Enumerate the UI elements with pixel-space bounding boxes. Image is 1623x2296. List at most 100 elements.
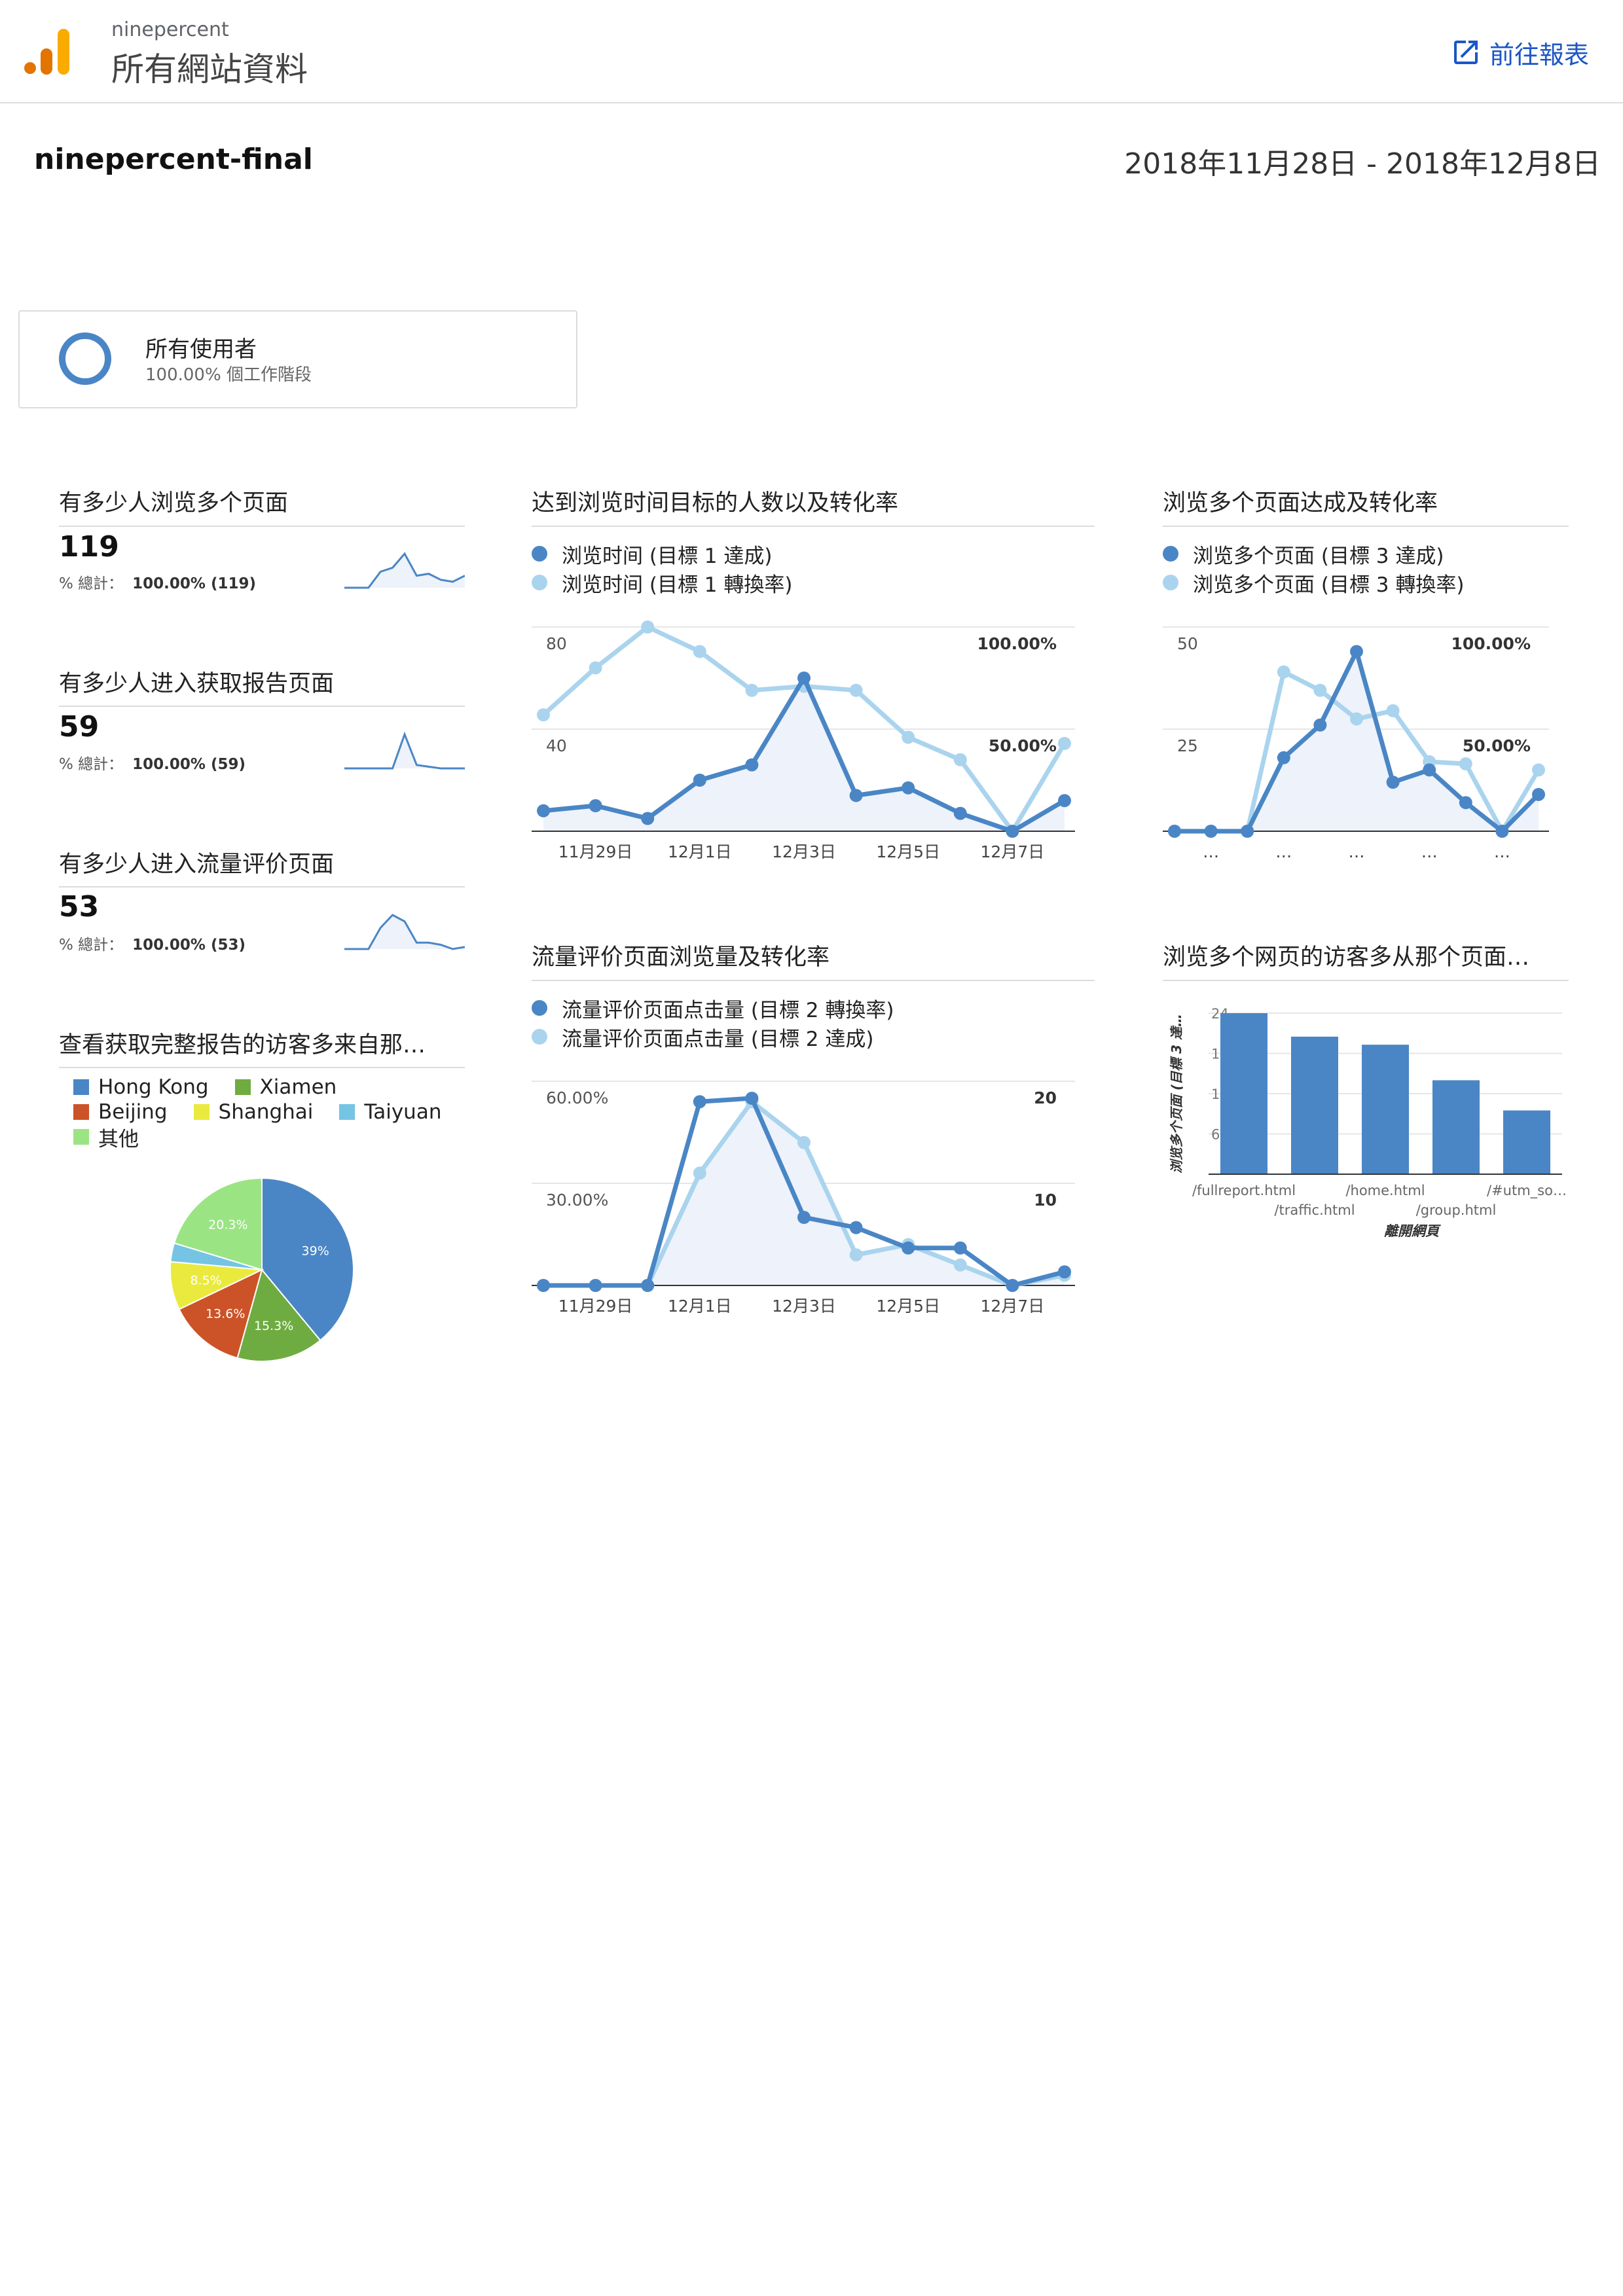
metric-title: 有多少人浏览多个页面 bbox=[59, 490, 289, 516]
legend-label: Taiyuan bbox=[364, 1100, 442, 1124]
pie-slice-label: 39% bbox=[302, 1244, 329, 1259]
sparkline-area bbox=[344, 734, 465, 768]
series-dark-point bbox=[902, 781, 915, 795]
widget-title: 达到浏览时间目标的人数以及转化率 bbox=[532, 490, 899, 516]
legend-item: 流量评价页面点击量 (目標 2 轉換率) bbox=[532, 994, 894, 1022]
legend-label: 浏览多个页面 (目標 3 轉換率) bbox=[1193, 573, 1465, 597]
series-dark-point bbox=[1277, 751, 1290, 764]
line-chart: 60.00% 30.00% 20 10 11月29日 12月1日 12月3日 12月5日 12月… bbox=[532, 1081, 1075, 1316]
series-dark-point bbox=[953, 1241, 967, 1255]
legend-item: 流量评价页面点击量 (目標 2 達成) bbox=[532, 1022, 894, 1051]
legend-label: 流量评价页面点击量 (目標 2 達成) bbox=[562, 1027, 874, 1051]
series-light-point bbox=[849, 1248, 863, 1262]
segment-card[interactable]: 所有使用者 100.00% 個工作階段 bbox=[18, 310, 577, 408]
series-dark-point bbox=[797, 672, 811, 685]
series-dark-point bbox=[1459, 796, 1472, 810]
x-tick-label: 11月29日 bbox=[558, 842, 633, 861]
sparkline bbox=[344, 914, 465, 950]
divider bbox=[59, 886, 465, 888]
legend-label: 其他 bbox=[98, 1127, 139, 1151]
widget-title: 浏览多个网页的访客多从那个页面… bbox=[1163, 944, 1530, 971]
segment-sessions: 100.00% 個工作階段 bbox=[145, 365, 312, 385]
metric-total: % 總計： 100.00% (53) bbox=[59, 932, 246, 954]
chart-legend: 浏览时间 (目標 1 達成) 浏览时间 (目標 1 轉換率) bbox=[532, 539, 792, 597]
series-dark-point bbox=[1386, 776, 1400, 789]
widget-title: 流量评价页面浏览量及转化率 bbox=[532, 944, 830, 971]
legend-swatch bbox=[73, 1129, 89, 1145]
series-dark-point bbox=[953, 806, 967, 820]
series-dark-point bbox=[849, 1221, 863, 1234]
bar bbox=[1220, 1013, 1267, 1174]
legend-item: Shanghai bbox=[193, 1100, 314, 1124]
series-dark-point bbox=[1495, 825, 1509, 838]
legend-label: Hong Kong bbox=[98, 1075, 209, 1099]
legend-label: Shanghai bbox=[218, 1100, 314, 1124]
y-tick-label: 50 bbox=[1177, 634, 1198, 653]
x-tick-label: 12月7日 bbox=[981, 1297, 1045, 1316]
legend-item: Hong Kong bbox=[73, 1075, 209, 1099]
metric-total-label: % 總計： bbox=[59, 937, 124, 954]
series-dark-point bbox=[797, 1211, 811, 1224]
divider bbox=[532, 526, 1095, 527]
legend-label: 流量评价页面点击量 (目標 2 轉換率) bbox=[562, 998, 894, 1022]
sparkline bbox=[344, 552, 465, 589]
y-tick-label: 40 bbox=[546, 736, 567, 755]
series-light-point bbox=[1459, 757, 1472, 771]
sparkline bbox=[344, 732, 465, 770]
series-dark-point bbox=[1006, 825, 1019, 838]
divider bbox=[59, 706, 465, 707]
line-chart: 80 40 100.00% 50.00% 11月29日 12月1日 12月3日 12月5日 12… bbox=[532, 620, 1075, 861]
date-range[interactable]: 2018年11月28日 - 2018年12月8日 bbox=[1124, 140, 1601, 182]
sparkline-area bbox=[344, 915, 465, 949]
chart-legend: 浏览多个页面 (目標 3 達成) 浏览多个页面 (目標 3 轉換率) bbox=[1163, 539, 1464, 597]
bar bbox=[1432, 1080, 1480, 1174]
pie-slice-label: 15.3% bbox=[254, 1319, 293, 1333]
bar bbox=[1503, 1110, 1550, 1174]
series-dark-point bbox=[537, 1279, 550, 1292]
legend-swatch bbox=[73, 1104, 89, 1120]
legend-item: Taiyuan bbox=[339, 1100, 441, 1124]
metric-value: 119 bbox=[59, 530, 119, 564]
open-external-icon bbox=[1453, 41, 1478, 64]
series-dark-point bbox=[1204, 825, 1218, 838]
pie-legend: Hong Kong Xiamen Beijing Shanghai Taiyua… bbox=[73, 1075, 467, 1151]
metric-total: % 總計： 100.00% (119) bbox=[59, 571, 256, 593]
series-light-point bbox=[589, 661, 602, 675]
y-tick-label: 60.00% bbox=[546, 1088, 608, 1107]
series-light-point bbox=[1386, 704, 1400, 717]
legend-dot bbox=[532, 1029, 547, 1045]
metric-total-value: 100.00% (53) bbox=[132, 937, 246, 954]
series-dark-point bbox=[1532, 787, 1545, 801]
series-light-point bbox=[537, 708, 550, 722]
y-tick-label: 100.00% bbox=[977, 634, 1057, 653]
series-light-point bbox=[693, 645, 706, 658]
metric-total-value: 100.00% (59) bbox=[132, 756, 246, 773]
x-tick-label: /home.html bbox=[1345, 1183, 1425, 1198]
series-dark-point bbox=[1313, 718, 1327, 732]
series-light-point bbox=[902, 730, 915, 744]
series-dark-point bbox=[641, 812, 655, 825]
y-tick-label: 50.00% bbox=[989, 736, 1057, 755]
goto-report-label: 前往報表 bbox=[1489, 40, 1589, 69]
series-light-point bbox=[1277, 665, 1290, 679]
divider bbox=[59, 1067, 465, 1068]
pie-slice-label: 8.5% bbox=[190, 1273, 221, 1287]
x-tick-label: /#utm_so… bbox=[1487, 1183, 1567, 1199]
report-name: ninepercent-final bbox=[34, 143, 313, 176]
segment-ring-icon bbox=[59, 332, 111, 385]
series-light-point bbox=[641, 620, 655, 634]
series-dark-point bbox=[745, 758, 759, 772]
series-light-point bbox=[745, 683, 759, 697]
x-tick-label: 12月5日 bbox=[876, 1297, 940, 1316]
legend-dot bbox=[1163, 546, 1178, 562]
series-dark-point bbox=[1006, 1279, 1019, 1292]
series-dark-point bbox=[1168, 825, 1181, 838]
series-light-point bbox=[953, 1258, 967, 1272]
y-tick-label: 25 bbox=[1177, 736, 1198, 755]
legend-item: 浏览多个页面 (目標 3 轉換率) bbox=[1163, 568, 1464, 597]
goto-report-button[interactable]: 前往報表 bbox=[1450, 33, 1589, 72]
x-tick-label: … bbox=[1494, 842, 1510, 861]
x-tick-label: … bbox=[1275, 842, 1292, 861]
legend-label: Xiamen bbox=[259, 1075, 337, 1099]
x-tick-label: 12月5日 bbox=[876, 842, 940, 861]
